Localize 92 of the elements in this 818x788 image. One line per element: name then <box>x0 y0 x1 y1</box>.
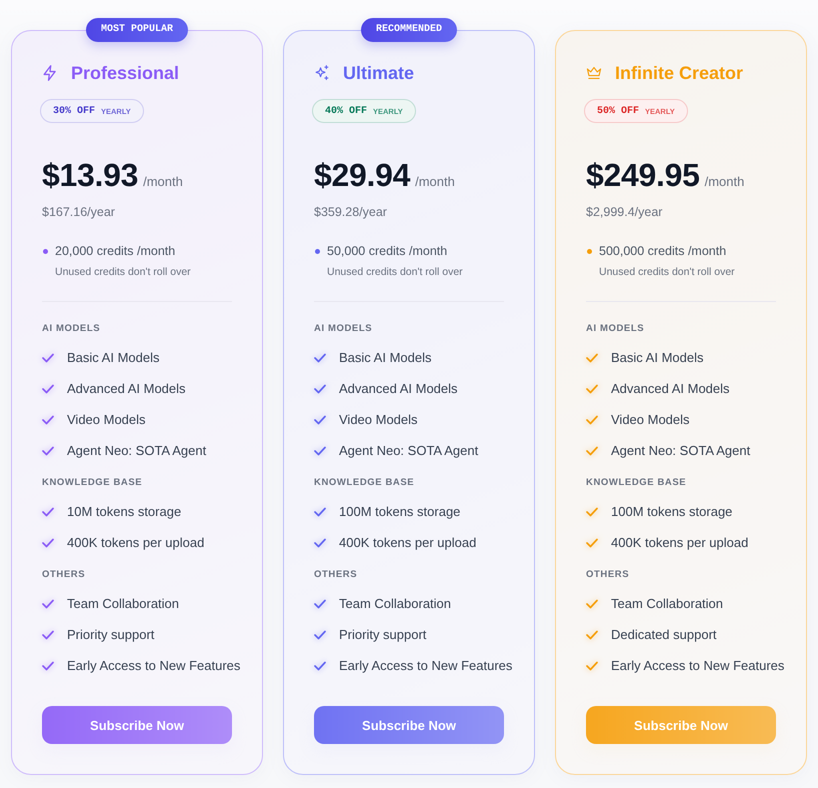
subscribe-button[interactable]: Subscribe Now <box>42 706 232 744</box>
plan-title: Professional <box>71 62 180 84</box>
feature-text: Advanced AI Models <box>67 380 186 396</box>
section-heading: KNOWLEDGE BASE <box>586 477 688 489</box>
section-heading: AI MODELS <box>314 323 374 335</box>
check-icon <box>586 384 598 394</box>
feature-text: Team Collaboration <box>339 596 452 612</box>
feature-text: 400K tokens per upload <box>339 534 476 550</box>
discount-amount: 50% OFF <box>597 106 640 116</box>
credits-text: 500,000 credits /month <box>599 243 726 259</box>
feature-text: Video Models <box>339 412 418 428</box>
check-icon <box>586 598 598 608</box>
credits-note: Unused credits don't roll over <box>598 265 736 279</box>
ribbon-badge: MOST POPULAR <box>86 18 188 42</box>
plan-title: Infinite Creator <box>615 62 744 84</box>
check-icon <box>42 352 54 362</box>
feature-text: Early Access to New Features <box>611 658 784 674</box>
sparkles-icon <box>314 65 330 81</box>
feature-text: Early Access to New Features <box>67 658 240 674</box>
section-heading: KNOWLEDGE BASE <box>314 477 416 489</box>
subscribe-button[interactable]: Subscribe Now <box>314 706 504 744</box>
credits-text: 50,000 credits /month <box>327 243 448 259</box>
check-icon <box>314 352 326 362</box>
feature-text: Agent Neo: SOTA Agent <box>339 442 478 458</box>
feature-text: Early Access to New Features <box>339 658 512 674</box>
section-heading: AI MODELS <box>586 323 646 335</box>
check-icon <box>314 660 326 670</box>
section-heading: AI MODELS <box>42 323 102 335</box>
feature-text: Advanced AI Models <box>339 380 458 396</box>
feature-text: 100M tokens storage <box>339 504 460 520</box>
check-icon <box>586 538 598 548</box>
check-icon <box>42 446 54 456</box>
feature-text: Advanced AI Models <box>611 380 730 396</box>
check-icon <box>42 506 54 516</box>
feature-text: Priority support <box>339 626 426 642</box>
plan-title: Ultimate <box>343 62 414 84</box>
check-icon <box>586 352 598 362</box>
price-amount: $29.94 <box>314 156 410 195</box>
credits-note: Unused credits don't roll over <box>326 265 464 279</box>
check-icon <box>314 384 326 394</box>
feature-text: Basic AI Models <box>611 350 704 366</box>
section-heading: KNOWLEDGE BASE <box>42 477 144 489</box>
check-icon <box>42 660 54 670</box>
check-icon <box>314 414 326 424</box>
feature-text: Agent Neo: SOTA Agent <box>611 442 750 458</box>
ribbon-badge: RECOMMENDED <box>361 18 457 42</box>
credits-note: Unused credits don't roll over <box>54 265 192 279</box>
section-heading: OTHERS <box>586 569 630 581</box>
section-heading: OTHERS <box>314 569 358 581</box>
check-icon <box>586 660 598 670</box>
discount-amount: 40% OFF <box>325 106 368 116</box>
feature-text: Basic AI Models <box>67 350 160 366</box>
check-icon <box>42 414 54 424</box>
check-icon <box>314 506 326 516</box>
check-icon <box>314 446 326 456</box>
yearly-price: $167.16/year <box>42 204 116 220</box>
feature-text: 400K tokens per upload <box>67 534 204 550</box>
check-icon <box>586 506 598 516</box>
crown-icon <box>586 65 602 81</box>
price-amount: $13.93 <box>42 156 138 195</box>
check-icon <box>586 630 598 640</box>
check-icon <box>314 598 326 608</box>
price-amount: $249.95 <box>586 156 700 195</box>
yearly-price: $359.28/year <box>314 204 388 220</box>
price-period: /month <box>415 174 455 189</box>
feature-text: 10M tokens storage <box>67 504 182 520</box>
feature-text: Video Models <box>611 412 690 428</box>
price-period: /month <box>704 174 744 189</box>
feature-text: Agent Neo: SOTA Agent <box>67 442 206 458</box>
check-icon <box>42 598 54 608</box>
check-icon <box>42 630 54 640</box>
check-icon <box>42 538 54 548</box>
feature-text: Video Models <box>67 412 146 428</box>
lightning-bolt-icon <box>42 65 58 81</box>
feature-text: 100M tokens storage <box>611 504 732 520</box>
feature-text: Basic AI Models <box>339 350 432 366</box>
feature-text: Team Collaboration <box>611 596 724 612</box>
subscribe-button[interactable]: Subscribe Now <box>586 706 776 744</box>
check-icon <box>586 414 598 424</box>
yearly-price: $2,999.4/year <box>586 204 664 220</box>
check-icon <box>314 630 326 640</box>
check-icon <box>586 446 598 456</box>
price-period: /month <box>143 174 183 189</box>
check-icon <box>314 538 326 548</box>
credits-text: 20,000 credits /month <box>55 243 176 259</box>
feature-text: Dedicated support <box>611 626 717 642</box>
feature-text: Priority support <box>67 626 154 642</box>
section-heading: OTHERS <box>42 569 86 581</box>
feature-text: 400K tokens per upload <box>611 534 748 550</box>
discount-amount: 30% OFF <box>53 106 96 116</box>
check-icon <box>42 384 54 394</box>
feature-text: Team Collaboration <box>67 596 180 612</box>
